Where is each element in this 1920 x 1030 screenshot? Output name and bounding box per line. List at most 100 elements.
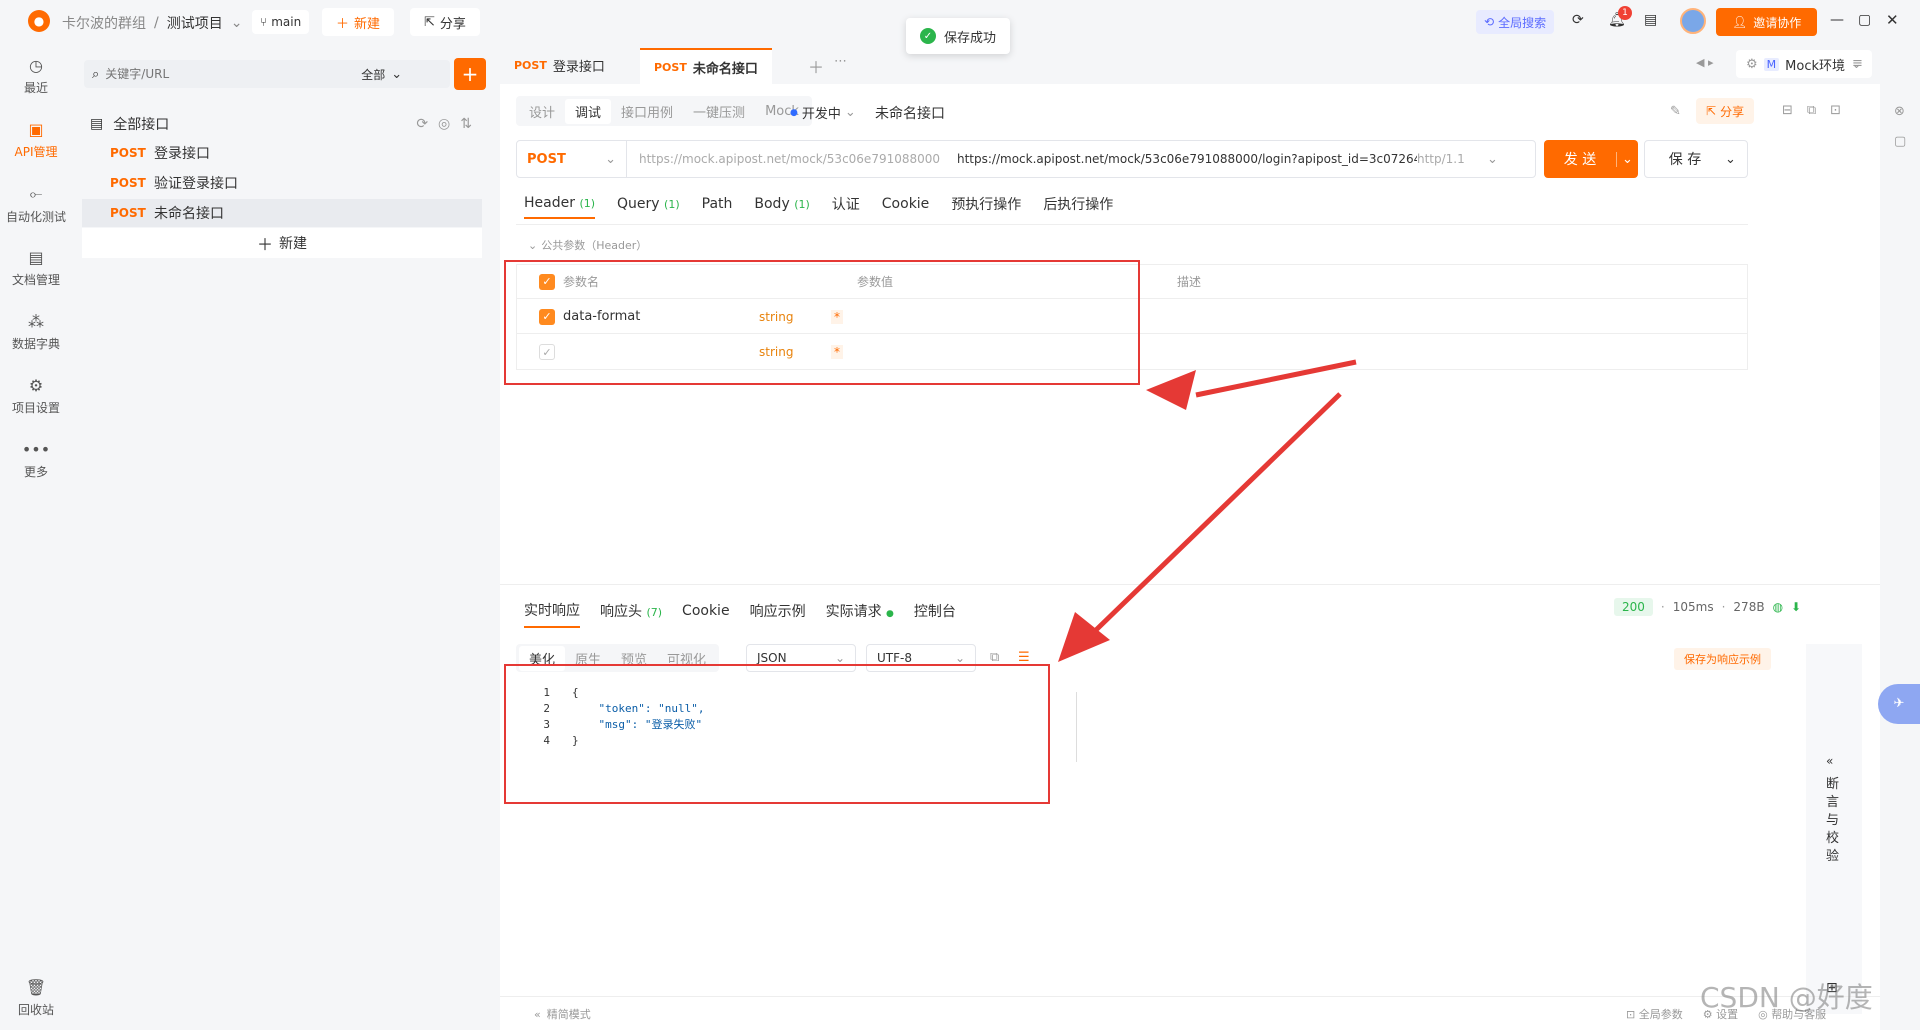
assistant-icon[interactable]: ✈ <box>1878 684 1920 724</box>
chevron-down-icon[interactable]: ⌄ <box>231 15 243 31</box>
chevron-down-icon[interactable]: ⌄ <box>1616 151 1638 167</box>
annotation-box-headers <box>504 260 1140 385</box>
tree-new-button[interactable]: ＋ 新建 <box>82 228 482 258</box>
nav-trash[interactable]: 🗑︎ 回收站 <box>0 978 72 1018</box>
tab-query[interactable]: Query (1) <box>617 196 680 218</box>
close-icon[interactable]: ✕ <box>1886 11 1899 29</box>
save-example-button[interactable]: 保存为响应示例 <box>1674 648 1771 670</box>
param-tabs: Header (1) Query (1) Path Body (1) 认证 Co… <box>524 194 1113 220</box>
more-tabs-icon[interactable]: ⋯ <box>834 54 847 69</box>
nav-auto-test[interactable]: ⟜ 自动化测试 <box>0 184 72 225</box>
tree-search-input[interactable] <box>105 67 356 81</box>
tab-prev-icon[interactable]: ◀ ▸ <box>1696 56 1713 69</box>
nav-more[interactable]: ••• 更多 <box>0 440 72 480</box>
method-value: POST <box>527 151 566 167</box>
refresh-icon[interactable]: ⟳ <box>1572 12 1584 28</box>
mode-debug[interactable]: 调试 <box>565 98 612 124</box>
document-icon[interactable]: ▤ <box>1644 12 1657 28</box>
tab-body-label: Body <box>754 196 790 212</box>
tree-item[interactable]: POST 验证登录接口 <box>82 169 482 197</box>
tab-header[interactable]: Header (1) <box>524 195 596 219</box>
tab-body[interactable]: Body (1) <box>754 196 809 218</box>
chevron-down-icon[interactable]: ⌄ <box>1725 152 1736 167</box>
mode-design[interactable]: 设计 <box>519 102 565 121</box>
add-tab-icon[interactable]: ＋ <box>808 54 824 78</box>
global-search-button[interactable]: ⟲ 全局搜索 <box>1476 10 1555 34</box>
simple-mode-toggle[interactable]: « 精简模式 <box>534 1006 591 1022</box>
avatar[interactable] <box>1680 8 1706 34</box>
mode-cases[interactable]: 接口用例 <box>611 102 683 121</box>
status-selector[interactable]: ● 开发中 ⌄ <box>790 103 856 122</box>
watermark: CSDN @好度 <box>1700 981 1873 1014</box>
copy-icon[interactable]: ⧉ <box>990 650 999 665</box>
base-url[interactable]: https://mock.apipost.net/mock/53c06e7910… <box>627 152 957 166</box>
tab-response-cookie[interactable]: Cookie <box>682 603 730 625</box>
nav-settings[interactable]: ⚙︎ 项目设置 <box>0 376 72 416</box>
add-api-button[interactable]: + <box>454 58 486 90</box>
branch-icon: ⑂ <box>260 15 268 29</box>
new-button[interactable]: ＋ 新建 <box>322 8 395 36</box>
tab-pre[interactable]: 预执行操作 <box>951 194 1021 220</box>
nav-docs[interactable]: ▤ 文档管理 <box>0 248 72 288</box>
tab-login[interactable]: POST 登录接口 <box>514 56 605 75</box>
tree-root[interactable]: ▤ 全部接口 ⟳◎⇅ <box>82 110 482 138</box>
tree-actions[interactable]: ⟳◎⇅ <box>416 116 482 132</box>
nav-dict[interactable]: ⁂ 数据字典 <box>0 312 72 352</box>
success-icon: ✓ <box>920 28 936 44</box>
tab-post[interactable]: 后执行操作 <box>1043 194 1113 220</box>
tab-response-example[interactable]: 响应示例 <box>750 601 806 627</box>
globe-icon[interactable]: ◍ <box>1773 600 1783 614</box>
save-button[interactable]: 保 存 ⌄ <box>1644 140 1748 178</box>
env-badge: M <box>1763 57 1780 71</box>
collapse-icon[interactable]: « <box>1826 754 1833 768</box>
nav-recent[interactable]: ◷ 最近 <box>0 56 72 96</box>
menu-icon[interactable]: ≡ <box>1852 56 1863 71</box>
tab-path[interactable]: Path <box>702 196 733 218</box>
tree-item-name: 登录接口 <box>154 146 210 162</box>
divider <box>500 584 1880 585</box>
response-meta: 200 · 105ms · 278B ◍ ⬇ <box>1614 598 1801 616</box>
tab-method: POST <box>514 59 547 72</box>
method-select[interactable]: POST ⌄ <box>517 141 627 177</box>
share-api-button[interactable]: ⇱ 分享 <box>1696 98 1755 124</box>
maximize-icon[interactable]: ▢ <box>1858 12 1871 28</box>
api-title[interactable]: 未命名接口 <box>875 103 945 123</box>
edit-icon[interactable]: ✎ <box>1670 104 1681 119</box>
tree-item[interactable]: POST 登录接口 <box>82 139 482 167</box>
assert-char: 验 <box>1826 849 1840 864</box>
status-label: 开发中 <box>801 107 841 122</box>
tree-item-selected[interactable]: POST 未命名接口 <box>82 199 482 227</box>
tree-search[interactable]: ⌕ 全部 ⌄ <box>84 60 450 88</box>
list-icon[interactable]: ☰ <box>1018 650 1030 665</box>
url-input[interactable]: https://mock.apipost.net/mock/53c06e7910… <box>957 152 1417 166</box>
tab-actual-request[interactable]: 实际请求 ● <box>826 601 894 627</box>
invite-button[interactable]: 👤︎ 邀请协作 <box>1716 8 1818 36</box>
toolbar-icons[interactable]: ⊟⧉⊡ <box>1782 103 1855 118</box>
tab-unnamed[interactable]: POST 未命名接口 <box>640 48 772 84</box>
tab-live-response[interactable]: 实时响应 <box>524 600 580 628</box>
global-params-link[interactable]: ⊡ 全局参数 <box>1626 1006 1683 1022</box>
tab-console[interactable]: 控制台 <box>914 601 956 627</box>
minimize-icon[interactable]: — <box>1830 12 1844 28</box>
mode-stress[interactable]: 一键压测 <box>683 102 755 121</box>
send-button[interactable]: 发 送 ⌄ <box>1544 140 1638 178</box>
tab-response-headers[interactable]: 响应头 (7) <box>600 601 662 627</box>
project-name[interactable]: 测试项目 <box>167 13 223 33</box>
protocol-select[interactable]: http/1.1 <box>1417 152 1487 166</box>
status-dot-icon: ● <box>886 609 894 619</box>
divider <box>500 996 1880 997</box>
nav-api[interactable]: ▣ API管理 <box>0 120 72 160</box>
panel-icon[interactable]: ▢ <box>1894 134 1906 149</box>
flow-icon: ⟜ <box>29 184 43 203</box>
more-icon: ••• <box>21 440 51 459</box>
branch-selector[interactable]: ⑂ main <box>252 10 310 34</box>
team-name[interactable]: 卡尔波的群组 <box>62 13 146 33</box>
download-icon[interactable]: ⬇ <box>1791 600 1801 614</box>
share-project-button[interactable]: ⇱ 分享 <box>410 8 480 36</box>
tab-cookie[interactable]: Cookie <box>882 196 930 218</box>
close-circle-icon[interactable]: ⊗ <box>1894 104 1905 119</box>
public-params-toggle[interactable]: ⌄ 公共参数（Header） <box>528 237 647 253</box>
assert-panel[interactable]: « 断 言 与 校 验 ⊞ <box>1806 644 1862 1014</box>
tab-auth[interactable]: 认证 <box>832 194 860 220</box>
tree-filter[interactable]: 全部 <box>361 66 385 83</box>
